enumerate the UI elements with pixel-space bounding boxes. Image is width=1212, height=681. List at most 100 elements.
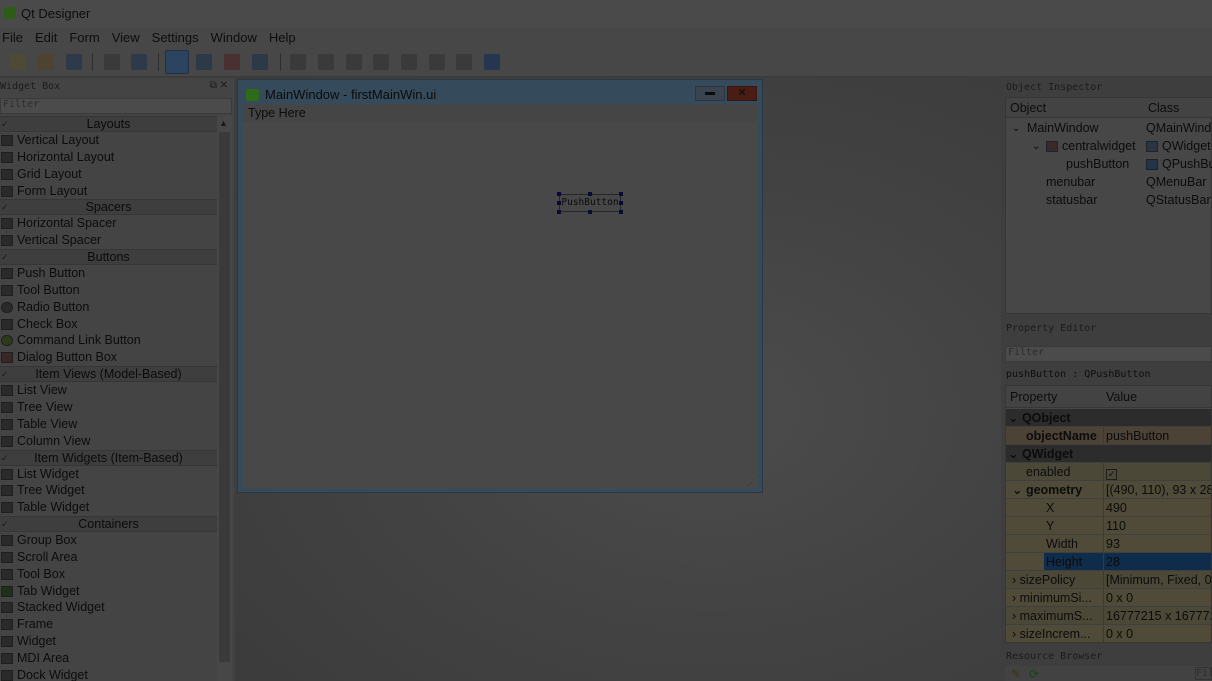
group-qwidget[interactable]: ⌄ QWidget: [1006, 445, 1211, 463]
minimize-button[interactable]: ▬: [695, 86, 725, 101]
chevron-down-icon[interactable]: ⌄: [1012, 120, 1020, 137]
chevron-down-icon[interactable]: ⌄: [1012, 483, 1026, 497]
adjust-size-icon[interactable]: [484, 54, 500, 70]
layout-form-icon[interactable]: [429, 54, 445, 70]
break-layout-icon[interactable]: [456, 54, 472, 70]
layout-horizontal-splitter-icon[interactable]: [346, 54, 362, 70]
copy-icon[interactable]: [104, 54, 120, 70]
prop-geometry-height[interactable]: Height 28: [1006, 553, 1211, 571]
scroll-up-icon[interactable]: ▲: [219, 118, 228, 128]
selection-handle[interactable]: [619, 210, 623, 214]
enabled-checkbox[interactable]: ✓: [1106, 469, 1117, 480]
widget-radio-button[interactable]: Radio Button: [0, 299, 217, 316]
prop-minimumsize[interactable]: › minimumSi... 0 x 0: [1006, 589, 1211, 607]
prop-objectname[interactable]: objectName pushButton: [1006, 427, 1211, 445]
widget-list-widget[interactable]: List Widget: [0, 466, 217, 483]
selection-handle[interactable]: [588, 210, 592, 214]
form-menubar[interactable]: Type Here: [243, 104, 757, 122]
menu-settings[interactable]: Settings: [150, 28, 199, 48]
widget-vertical-spacer[interactable]: Vertical Spacer: [0, 232, 217, 249]
edit-signals-slots-icon[interactable]: [196, 54, 212, 70]
new-form-icon[interactable]: [10, 54, 26, 70]
widget-list-view[interactable]: List View: [0, 382, 217, 399]
edit-widgets-icon[interactable]: [165, 50, 189, 74]
menu-file[interactable]: File: [0, 28, 23, 48]
category-spacers[interactable]: ✓ Spacers: [0, 199, 217, 216]
widget-group-box[interactable]: Group Box: [0, 532, 217, 549]
widget-tree-view[interactable]: Tree View: [0, 399, 217, 416]
selection-handle[interactable]: [557, 192, 561, 196]
paste-icon[interactable]: [131, 54, 147, 70]
tree-row-menubar[interactable]: menubar QMenuBar: [1006, 174, 1212, 191]
widget-horizontal-spacer[interactable]: Horizontal Spacer: [0, 215, 217, 232]
prop-maximumsize[interactable]: › maximumS... 16777215 x 16777215: [1006, 607, 1211, 625]
type-here-placeholder[interactable]: Type Here: [248, 106, 306, 120]
menu-help[interactable]: Help: [267, 28, 296, 48]
selection-handle[interactable]: [619, 192, 623, 196]
widget-horizontal-layout[interactable]: Horizontal Layout: [0, 149, 217, 166]
widget-mdi-area[interactable]: MDI Area: [0, 650, 217, 667]
widget-stacked-widget[interactable]: Stacked Widget: [0, 599, 217, 616]
widget-tree-widget[interactable]: Tree Widget: [0, 482, 217, 499]
prop-geometry[interactable]: ⌄ geometry [(490, 110), 93 x 28]: [1006, 481, 1211, 499]
selection-handle[interactable]: [557, 210, 561, 214]
dock-float-close-icons[interactable]: ⧉ ✕: [210, 80, 228, 91]
menu-view[interactable]: View: [110, 28, 140, 48]
category-buttons[interactable]: ✓ Buttons: [0, 249, 217, 266]
widget-frame[interactable]: Frame: [0, 616, 217, 633]
prop-geometry-width[interactable]: Width 93: [1006, 535, 1211, 553]
chevron-right-icon[interactable]: ›: [1012, 609, 1020, 623]
column-class[interactable]: Class: [1148, 101, 1179, 115]
widget-grid-layout[interactable]: Grid Layout: [0, 166, 217, 183]
widget-dialog-button-box[interactable]: Dialog Button Box: [0, 349, 217, 366]
widget-table-widget[interactable]: Table Widget: [0, 499, 217, 516]
open-form-icon[interactable]: [38, 54, 54, 70]
tree-row-pushbutton[interactable]: pushButton QPushButton: [1006, 156, 1212, 173]
edit-tab-order-icon[interactable]: [252, 54, 268, 70]
property-filter-input[interactable]: Filter: [1005, 346, 1212, 362]
widget-push-button[interactable]: Push Button: [0, 265, 217, 282]
widget-widget[interactable]: Widget: [0, 633, 217, 650]
chevron-right-icon[interactable]: ›: [1012, 627, 1020, 641]
chevron-right-icon[interactable]: ›: [1012, 591, 1020, 605]
widget-command-link-button[interactable]: Command Link Button: [0, 332, 217, 349]
category-containers[interactable]: ✓ Containers: [0, 516, 217, 533]
save-form-icon[interactable]: [66, 54, 82, 70]
chevron-right-icon[interactable]: ›: [1012, 573, 1020, 587]
reload-icon[interactable]: ⟳: [1029, 667, 1039, 681]
widget-box-filter-input[interactable]: Filter: [0, 98, 232, 114]
form-window[interactable]: MainWindow - firstMainWin.ui ▬ ✕ Type He…: [237, 79, 763, 493]
layout-horizontal-icon[interactable]: [290, 54, 306, 70]
widget-check-box[interactable]: Check Box: [0, 316, 217, 333]
widget-vertical-layout[interactable]: Vertical Layout: [0, 132, 217, 149]
chevron-down-icon[interactable]: ⌄: [1032, 138, 1040, 155]
tree-row-statusbar[interactable]: statusbar QStatusBar: [1006, 192, 1212, 209]
tree-row-mainwindow[interactable]: ⌄ MainWindow QMainWindow: [1006, 120, 1212, 137]
widget-tool-box[interactable]: Tool Box: [0, 566, 217, 583]
group-qobject[interactable]: ⌄ QObject: [1006, 409, 1211, 427]
chevron-down-icon[interactable]: ⌄: [1008, 411, 1022, 425]
category-item-views[interactable]: ✓ Item Views (Model-Based): [0, 366, 217, 383]
selection-handle[interactable]: [588, 192, 592, 196]
layout-vertical-splitter-icon[interactable]: [373, 54, 389, 70]
widget-column-view[interactable]: Column View: [0, 433, 217, 450]
form-canvas[interactable]: Type Here PushButton ⋰: [243, 104, 757, 489]
widget-table-view[interactable]: Table View: [0, 416, 217, 433]
layout-vertical-icon[interactable]: [318, 54, 334, 70]
widget-tool-button[interactable]: Tool Button: [0, 282, 217, 299]
widget-form-layout[interactable]: Form Layout: [0, 183, 217, 200]
column-value[interactable]: Value: [1106, 390, 1137, 404]
edit-buddies-icon[interactable]: [224, 54, 240, 70]
menu-edit[interactable]: Edit: [33, 28, 57, 48]
column-object[interactable]: Object: [1010, 101, 1046, 115]
category-item-widgets[interactable]: ✓ Item Widgets (Item-Based): [0, 449, 217, 466]
prop-enabled[interactable]: enabled ✓: [1006, 463, 1211, 481]
widget-tab-widget[interactable]: Tab Widget: [0, 583, 217, 600]
resource-filter-input[interactable]: Filter: [1195, 667, 1212, 680]
column-property[interactable]: Property: [1010, 390, 1057, 404]
selection-handle[interactable]: [619, 201, 623, 205]
resize-grip-icon[interactable]: ⋰: [747, 478, 755, 487]
menu-form[interactable]: Form: [67, 28, 99, 48]
prop-geometry-y[interactable]: Y 110: [1006, 517, 1211, 535]
prop-geometry-x[interactable]: X 490: [1006, 499, 1211, 517]
